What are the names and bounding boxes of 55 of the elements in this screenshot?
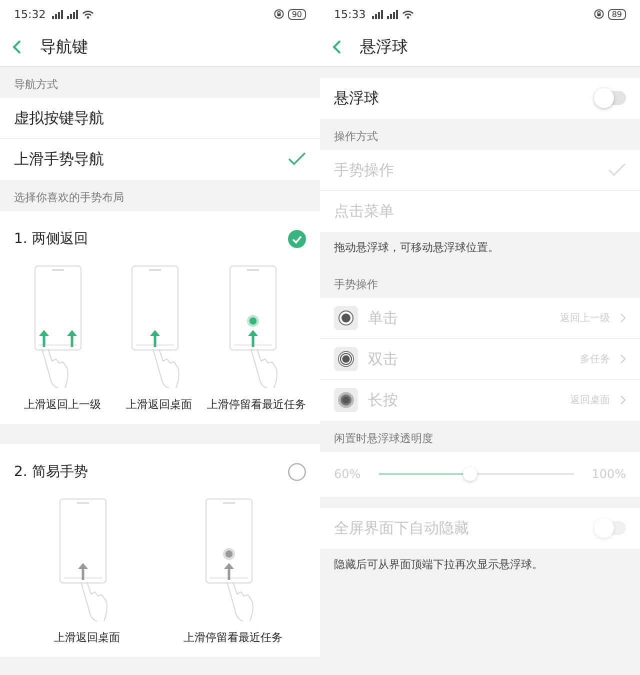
option-label: 手势操作 xyxy=(334,160,395,180)
signal-icon xyxy=(386,10,398,18)
signal-icon xyxy=(52,10,63,18)
option-row[interactable]: 虚拟按键导航 xyxy=(0,98,320,139)
signal-icon xyxy=(372,10,383,18)
option-row[interactable]: 上滑手势导航 xyxy=(0,139,320,180)
layout-card[interactable]: 2. 简易手势 上滑返回桌面 上滑停留看最近任务 xyxy=(0,444,320,657)
toggle-switch[interactable] xyxy=(596,91,626,105)
page-title: 导航键 xyxy=(40,36,88,58)
back-button[interactable] xyxy=(12,39,22,55)
checkmark-icon xyxy=(288,152,306,166)
hint-text: 隐藏后可从界面顶端下拉再次显示悬浮球。 xyxy=(333,557,544,573)
section-header: 操作方式 xyxy=(333,129,379,145)
option-row[interactable]: 手势操作 xyxy=(320,150,640,191)
section-header: 选择你喜欢的手势布局 xyxy=(13,190,125,206)
radio-button[interactable] xyxy=(288,463,306,481)
page-title: 悬浮球 xyxy=(360,36,408,58)
layout-card[interactable]: 1. 两侧返回 上滑返回上一级 上滑返回桌面 上滑停留看最近任务 xyxy=(0,211,320,424)
option-label: 点击菜单 xyxy=(334,202,395,220)
wifi-icon xyxy=(82,10,94,18)
chevron-icon xyxy=(620,354,626,364)
gesture-name: 单击 xyxy=(368,308,399,328)
section-header: 闲置时悬浮球透明度 xyxy=(333,431,434,447)
setting-label: 悬浮球 xyxy=(334,88,380,108)
chevron-icon xyxy=(620,313,626,323)
gesture-label: 上滑停留看最近任务 xyxy=(184,630,282,645)
back-button[interactable] xyxy=(332,39,342,55)
lock-icon xyxy=(274,9,284,19)
setting-label: 全屏界面下自动隐藏 xyxy=(334,518,470,538)
layout-title: 1. 两侧返回 xyxy=(14,230,88,248)
option-label: 上滑手势导航 xyxy=(14,150,105,168)
gesture-name: 长按 xyxy=(368,390,399,410)
gesture-label: 上滑返回上一级 xyxy=(24,397,101,412)
signal-icon xyxy=(66,10,78,18)
slider-thumb[interactable] xyxy=(463,467,478,481)
gesture-label: 上滑返回桌面 xyxy=(126,397,192,412)
toggle-switch[interactable] xyxy=(596,521,626,535)
battery-level: 90 xyxy=(288,8,306,20)
gesture-name: 双击 xyxy=(368,350,399,368)
wifi-icon xyxy=(402,10,414,18)
lock-icon xyxy=(594,9,604,19)
gesture-label: 上滑返回桌面 xyxy=(54,630,120,645)
layout-title: 2. 简易手势 xyxy=(14,463,88,481)
option-label: 虚拟按键导航 xyxy=(14,108,105,128)
chevron-icon xyxy=(620,395,626,405)
hint-text: 拖动悬浮球，可移动悬浮球位置。 xyxy=(333,240,500,256)
checkmark-icon xyxy=(608,163,626,177)
gesture-label: 上滑停留看最近任务 xyxy=(207,397,306,412)
status-time: 15:32 xyxy=(14,8,46,20)
section-header: 手势操作 xyxy=(333,277,379,293)
option-row[interactable]: 点击菜单 xyxy=(320,191,640,232)
section-header: 导航方式 xyxy=(13,77,59,93)
status-time: 15:33 xyxy=(334,8,366,20)
radio-button[interactable] xyxy=(288,230,306,248)
battery-level: 89 xyxy=(608,8,626,20)
